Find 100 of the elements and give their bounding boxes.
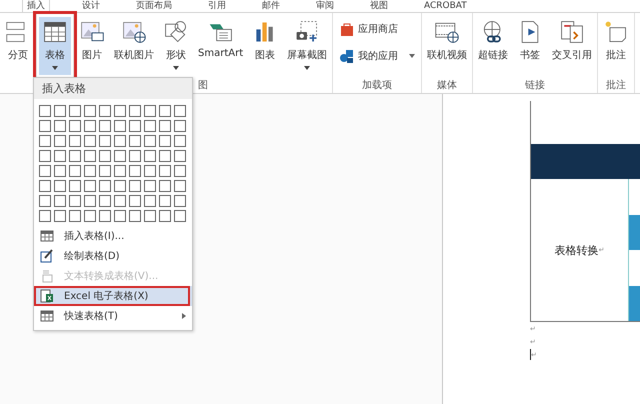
table-grid-cell[interactable] xyxy=(69,180,81,192)
table-grid-cell[interactable] xyxy=(174,195,186,207)
table-grid-cell[interactable] xyxy=(129,210,141,222)
table-grid-cell[interactable] xyxy=(114,105,126,117)
ribbon-tab[interactable]: 页面布局 xyxy=(132,0,176,12)
ribbon-button[interactable]: 图表 xyxy=(249,17,282,75)
table-grid-cell[interactable] xyxy=(99,105,111,117)
table-grid-cell[interactable] xyxy=(114,165,126,177)
table-grid-cell[interactable] xyxy=(174,180,186,192)
table-grid-cell[interactable] xyxy=(144,135,156,147)
table-grid-cell[interactable] xyxy=(39,210,51,222)
menu-item[interactable]: Excel 电子表格(X) xyxy=(34,286,192,306)
table-grid-cell[interactable] xyxy=(144,150,156,162)
table-grid-cell[interactable] xyxy=(69,165,81,177)
table-grid-cell[interactable] xyxy=(99,210,111,222)
ribbon-tab[interactable]: 引用 xyxy=(204,0,230,12)
table-grid-cell[interactable] xyxy=(69,150,81,162)
table-grid-cell[interactable] xyxy=(54,120,66,132)
table-grid-cell[interactable] xyxy=(84,165,96,177)
menu-item[interactable]: 插入表格(I)... xyxy=(34,226,192,246)
ribbon-button[interactable]: 应用商店 xyxy=(335,17,402,41)
ribbon-button[interactable]: 我的应用 xyxy=(335,44,420,68)
table-grid-cell[interactable] xyxy=(69,195,81,207)
table-grid-cell[interactable] xyxy=(174,120,186,132)
table-grid-cell[interactable] xyxy=(114,135,126,147)
ribbon-button[interactable]: 超链接 xyxy=(475,17,512,75)
table-grid-cell[interactable] xyxy=(84,135,96,147)
table-grid-cell[interactable] xyxy=(84,195,96,207)
table-grid-cell[interactable] xyxy=(144,210,156,222)
table-grid-cell[interactable] xyxy=(129,120,141,132)
table-grid-cell[interactable] xyxy=(129,180,141,192)
table-grid-cell[interactable] xyxy=(174,210,186,222)
table-grid-cell[interactable] xyxy=(144,195,156,207)
table-grid-cell[interactable] xyxy=(39,180,51,192)
table-grid-cell[interactable] xyxy=(54,195,66,207)
table-grid-cell[interactable] xyxy=(129,195,141,207)
table-grid-cell[interactable] xyxy=(99,165,111,177)
table-grid-cell[interactable] xyxy=(69,135,81,147)
ribbon-tab[interactable]: ACROBAT xyxy=(420,0,471,12)
table-grid-cell[interactable] xyxy=(39,195,51,207)
table-grid-cell[interactable] xyxy=(69,210,81,222)
table-grid-cell[interactable] xyxy=(54,165,66,177)
table-grid-cell[interactable] xyxy=(174,135,186,147)
table-grid-cell[interactable] xyxy=(84,150,96,162)
table-grid-cell[interactable] xyxy=(39,150,51,162)
table-grid-cell[interactable] xyxy=(114,210,126,222)
table-grid-cell[interactable] xyxy=(159,195,171,207)
ribbon-button[interactable]: 书签 xyxy=(514,17,546,75)
table-grid-cell[interactable] xyxy=(129,150,141,162)
table-grid-cell[interactable] xyxy=(159,120,171,132)
table-grid-cell[interactable] xyxy=(114,180,126,192)
table-grid-cell[interactable] xyxy=(174,150,186,162)
table-grid-cell[interactable] xyxy=(99,195,111,207)
ribbon-tab[interactable]: 审阅 xyxy=(312,0,338,12)
table-grid-cell[interactable] xyxy=(99,135,111,147)
table-grid-cell[interactable] xyxy=(99,180,111,192)
table-grid-cell[interactable] xyxy=(159,210,171,222)
ribbon-button[interactable]: 分页 xyxy=(2,17,34,75)
ribbon-button[interactable]: 联机视频 xyxy=(424,17,470,75)
table-grid-cell[interactable] xyxy=(84,180,96,192)
menu-item[interactable]: 快速表格(T) xyxy=(34,306,192,326)
table-grid-cell[interactable] xyxy=(144,165,156,177)
ribbon-tab[interactable]: 视图 xyxy=(366,0,392,12)
table-grid-cell[interactable] xyxy=(69,120,81,132)
table-grid-cell[interactable] xyxy=(174,105,186,117)
table-grid-cell[interactable] xyxy=(144,105,156,117)
table-grid-cell[interactable] xyxy=(159,180,171,192)
table-grid-cell[interactable] xyxy=(174,165,186,177)
table-grid-cell[interactable] xyxy=(159,165,171,177)
ribbon-button[interactable]: 交叉引用 xyxy=(549,17,596,75)
ribbon-button[interactable]: 图片 xyxy=(76,17,108,75)
table-grid-cell[interactable] xyxy=(84,210,96,222)
ribbon-button[interactable]: 屏幕截图 xyxy=(284,17,330,75)
table-grid-cell[interactable] xyxy=(114,195,126,207)
ribbon-tab[interactable]: 设计 xyxy=(78,0,104,12)
ribbon-button[interactable]: 联机图片 xyxy=(111,17,157,75)
ribbon-button[interactable]: 表格 xyxy=(39,17,71,75)
table-grid-cell[interactable] xyxy=(144,180,156,192)
table-grid-cell[interactable] xyxy=(39,135,51,147)
table-grid-cell[interactable] xyxy=(129,135,141,147)
ribbon-button[interactable]: 形状 xyxy=(160,17,192,75)
table-grid-cell[interactable] xyxy=(114,120,126,132)
table-grid-cell[interactable] xyxy=(54,180,66,192)
table-grid-cell[interactable] xyxy=(54,150,66,162)
table-grid-cell[interactable] xyxy=(39,165,51,177)
table-grid-cell[interactable] xyxy=(39,120,51,132)
menu-item[interactable]: 绘制表格(D) xyxy=(34,246,192,266)
table-grid-cell[interactable] xyxy=(84,120,96,132)
table-grid-cell[interactable] xyxy=(99,120,111,132)
table-grid-cell[interactable] xyxy=(54,105,66,117)
ribbon-button[interactable]: 批注 xyxy=(600,17,632,75)
table-grid-cell[interactable] xyxy=(114,150,126,162)
table-grid-cell[interactable] xyxy=(84,105,96,117)
table-grid-cell[interactable] xyxy=(159,105,171,117)
table-grid-cell[interactable] xyxy=(129,165,141,177)
table-grid-cell[interactable] xyxy=(159,150,171,162)
table-grid-cell[interactable] xyxy=(144,120,156,132)
table-grid-cell[interactable] xyxy=(159,135,171,147)
table-grid-cell[interactable] xyxy=(39,105,51,117)
table-grid-cell[interactable] xyxy=(99,150,111,162)
